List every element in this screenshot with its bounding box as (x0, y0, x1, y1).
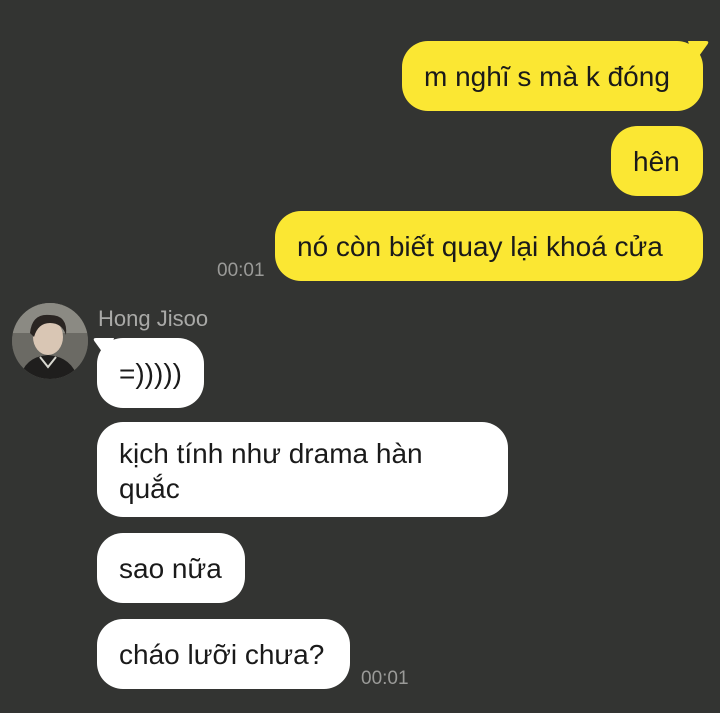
message-text: sao nữa (119, 553, 222, 584)
outgoing-message-bubble[interactable]: m nghĩ s mà k đóng (402, 41, 703, 111)
outgoing-message-bubble[interactable]: hên (611, 126, 703, 196)
message-text: hên (633, 146, 680, 177)
message-text: kịch tính như drama hàn quắc (119, 438, 423, 504)
contact-avatar[interactable] (12, 303, 88, 379)
incoming-message-bubble[interactable]: kịch tính như drama hàn quắc (97, 422, 508, 517)
message-text: nó còn biết quay lại khoá cửa (297, 231, 663, 262)
incoming-message-bubble[interactable]: =))))) (97, 338, 204, 408)
message-text: =))))) (119, 358, 182, 389)
outgoing-message-bubble[interactable]: nó còn biết quay lại khoá cửa (275, 211, 703, 281)
bubble-tail-icon (688, 41, 709, 63)
message-text: m nghĩ s mà k đóng (424, 61, 670, 92)
message-timestamp: 00:01 (217, 260, 265, 281)
contact-name: Hong Jisoo (98, 306, 209, 331)
incoming-message-bubble[interactable]: sao nữa (97, 533, 245, 603)
message-text: cháo lưỡi chưa? (119, 639, 325, 670)
message-timestamp: 00:01 (361, 668, 409, 689)
profile-photo-avatar-icon (12, 303, 88, 379)
incoming-message-bubble[interactable]: cháo lưỡi chưa? (97, 619, 350, 689)
